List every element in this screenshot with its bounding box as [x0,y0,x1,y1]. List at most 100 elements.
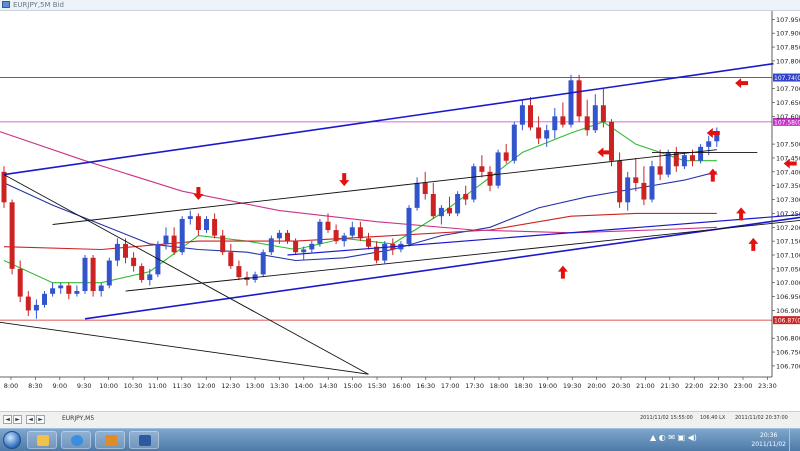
plot-background [0,11,800,411]
x-tick-label: 18:30 [514,382,533,390]
candle-body [455,194,460,213]
x-tick-label: 23:30 [758,382,777,390]
y-tick-label: 107.20(0 [776,224,800,232]
x-tick-label: 10:30 [124,382,143,390]
candle-body [293,241,298,252]
y-tick-label: 107.90(0 [776,30,800,38]
y-tick-label: 107.40(0 [776,168,800,176]
scroll-right-button[interactable]: ► [13,415,22,424]
candle-body [382,244,387,261]
y-tick-label: 107.70(0 [776,85,800,93]
candle-body [172,236,177,253]
y-tick-label: 106.80(0 [776,335,800,343]
x-tick-label: 11:30 [172,382,191,390]
candle-body [334,230,339,241]
y-tick-label: 107.65(0 [776,99,800,107]
candle-body [366,238,371,246]
status-time-end: 2011/11/02 20:37:00 [735,415,788,421]
taskbar-folder-button[interactable] [27,431,57,449]
taskbar-clock[interactable]: 20:36 2011/11/02 [751,431,786,449]
candle-body [58,286,63,289]
x-tick-label: 14:00 [294,382,313,390]
candle-body [188,216,193,219]
taskbar-media-button[interactable] [95,431,125,449]
x-tick-label: 21:00 [636,382,655,390]
candle-body [212,219,217,236]
candle-body [358,227,363,238]
candle-body [83,258,88,291]
y-tick-label: 106.90(0 [776,307,800,315]
x-tick-label: 15:00 [343,382,362,390]
start-button[interactable] [3,431,21,449]
clock-date: 2011/11/02 [751,440,786,449]
x-tick-label: 9:00 [52,382,67,390]
candle-body [204,219,209,230]
zoom-out-button[interactable]: ◄ [26,415,35,424]
candle-body [536,127,541,138]
candle-body [439,208,444,216]
y-tick-label: 107.15(0 [776,238,800,246]
x-tick-label: 20:30 [612,382,631,390]
candle-body [74,291,79,294]
y-tick-label: 107.85(0 [776,44,800,52]
candle-body [658,166,663,174]
x-tick-label: 11:00 [148,382,167,390]
x-tick-label: 13:00 [246,382,265,390]
candle-body [641,183,646,200]
candle-body [447,208,452,214]
candle-body [309,244,314,250]
internet-explorer-icon [71,435,83,446]
candle-body [123,244,128,258]
candle-body [415,183,420,208]
candle-body [488,172,493,186]
candle-body [261,252,266,274]
media-player-icon [105,435,117,446]
candle-body [180,219,185,252]
price-label: 107.74(0 [774,75,800,82]
y-tick-label: 106.95(0 [776,293,800,301]
price-label: 106.87(0 [774,318,800,325]
x-tick-label: 10:00 [99,382,118,390]
price-chart[interactable]: 107.74(0107.58(0106.87(0 107.95(0107.90(… [0,11,800,411]
candle-body [601,105,606,122]
candle-body [650,166,655,199]
x-tick-label: 13:30 [270,382,289,390]
candle-body [528,105,533,127]
windows-taskbar: ▲ ◐ ✉ ▣ ◀) 20:36 2011/11/02 [0,428,800,451]
x-tick-label: 19:30 [563,382,582,390]
y-tick-label: 106.70(0 [776,362,800,370]
x-tick-label: 15:30 [368,382,387,390]
y-tick-label: 107.50(0 [776,141,800,149]
x-tick-label: 20:00 [587,382,606,390]
y-tick-label: 107.60(0 [776,113,800,121]
candle-body [698,147,703,161]
chart-statusbar: ◄ ► ◄ ► EURJPY,M5 2011/11/02 15:55:00 10… [0,411,800,428]
candle-body [42,294,47,305]
candle-body [131,258,136,266]
y-tick-label: 107.45(0 [776,154,800,162]
candle-body [609,122,614,161]
x-tick-label: 16:00 [392,382,411,390]
candle-body [34,305,39,311]
system-tray[interactable]: ▲ ◐ ✉ ▣ ◀) [650,433,697,442]
candle-body [504,152,509,160]
candle-body [431,194,436,216]
candle-body [512,125,517,161]
trading-app-icon [139,435,151,446]
folder-icon [37,435,49,446]
scroll-left-button[interactable]: ◄ [3,415,12,424]
x-tick-label: 9:30 [77,382,92,390]
zoom-in-button[interactable]: ► [36,415,45,424]
candle-body [18,269,23,297]
candle-body [317,222,322,244]
candle-body [326,222,331,230]
y-tick-label: 107.25(0 [776,210,800,218]
taskbar-trading-app-button[interactable] [129,431,159,449]
symbol-tab[interactable]: EURJPY,M5 [62,415,94,422]
candle-body [569,80,574,124]
taskbar-ie-button[interactable] [61,431,91,449]
y-tick-label: 107.30(0 [776,196,800,204]
candle-body [228,252,233,266]
candle-body [301,249,306,252]
show-desktop-button[interactable] [789,429,800,451]
